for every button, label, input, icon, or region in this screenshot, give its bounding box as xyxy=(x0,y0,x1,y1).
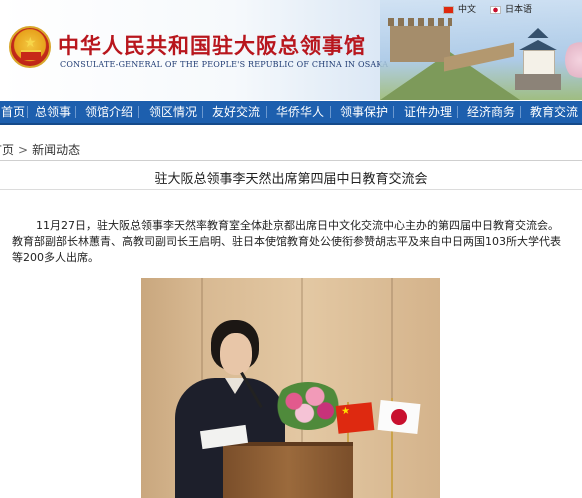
nav-item-friendship[interactable]: 友好交流 xyxy=(212,101,260,123)
nav-item-documents[interactable]: 证件办理 xyxy=(404,101,452,123)
nav-item-overseas-chinese[interactable]: 华侨华人 xyxy=(276,101,324,123)
nav-item-consular-protection[interactable]: 领事保护 xyxy=(340,101,388,123)
article-photo: ★ xyxy=(141,278,440,498)
site-title[interactable]: 中华人民共和国驻大阪总领事馆 xyxy=(58,30,366,60)
article-title: 驻大阪总领事李天然出席第四届中日教育交流会 xyxy=(154,172,428,187)
lang-chinese-link[interactable]: 中文 xyxy=(443,2,476,15)
breadcrumb-separator: > xyxy=(18,143,29,157)
national-emblem-icon: ★ xyxy=(9,26,51,68)
nav-separator xyxy=(138,106,139,118)
lang-chinese-label: 中文 xyxy=(458,5,477,15)
flower-arrangement xyxy=(273,382,343,430)
main-nav: 首页 总领事 领馆介绍 领区情况 友好交流 华侨华人 领事保护 证件办理 经济商… xyxy=(0,101,582,125)
japan-flag-icon xyxy=(490,5,501,14)
nav-item-education[interactable]: 教育交流 xyxy=(530,101,578,123)
site-subtitle: CONSULATE-GENERAL OF THE PEOPLE'S REPUBL… xyxy=(60,60,389,69)
lang-japanese-link[interactable]: 日本语 xyxy=(490,2,532,15)
nav-item-economy[interactable]: 经济商务 xyxy=(467,101,515,123)
nav-separator xyxy=(457,106,458,118)
nav-separator xyxy=(27,106,28,118)
breadcrumb: 首页 >新闻动态 xyxy=(0,141,80,158)
site-header: ★ 中华人民共和国驻大阪总领事馆 CONSULATE-GENERAL OF TH… xyxy=(0,0,582,100)
podium xyxy=(223,442,353,498)
nav-item-consul-general[interactable]: 总领事 xyxy=(35,101,71,123)
nav-separator xyxy=(330,106,331,118)
article-body: 11月27日，驻大阪总领事李天然率教育室全体赴京都出席日中文化交流中心主办的第四… xyxy=(12,219,561,264)
divider xyxy=(0,189,582,190)
nav-separator xyxy=(202,106,203,118)
nav-separator xyxy=(75,106,76,118)
lang-japanese-label: 日本语 xyxy=(505,5,533,15)
china-flag-icon xyxy=(443,5,454,14)
nav-separator xyxy=(520,106,521,118)
nav-item-home[interactable]: 首页 xyxy=(1,101,25,123)
nav-separator xyxy=(266,106,267,118)
breadcrumb-current[interactable]: 新闻动态 xyxy=(32,143,80,157)
china-flag-icon: ★ xyxy=(335,402,375,434)
nav-item-region[interactable]: 领区情况 xyxy=(149,101,197,123)
divider xyxy=(0,160,582,161)
header-banner-image xyxy=(380,0,582,100)
nav-separator xyxy=(393,106,394,118)
japan-flag-icon xyxy=(377,399,421,435)
nav-item-about[interactable]: 领馆介绍 xyxy=(85,101,133,123)
breadcrumb-home-link[interactable]: 首页 xyxy=(0,143,14,157)
